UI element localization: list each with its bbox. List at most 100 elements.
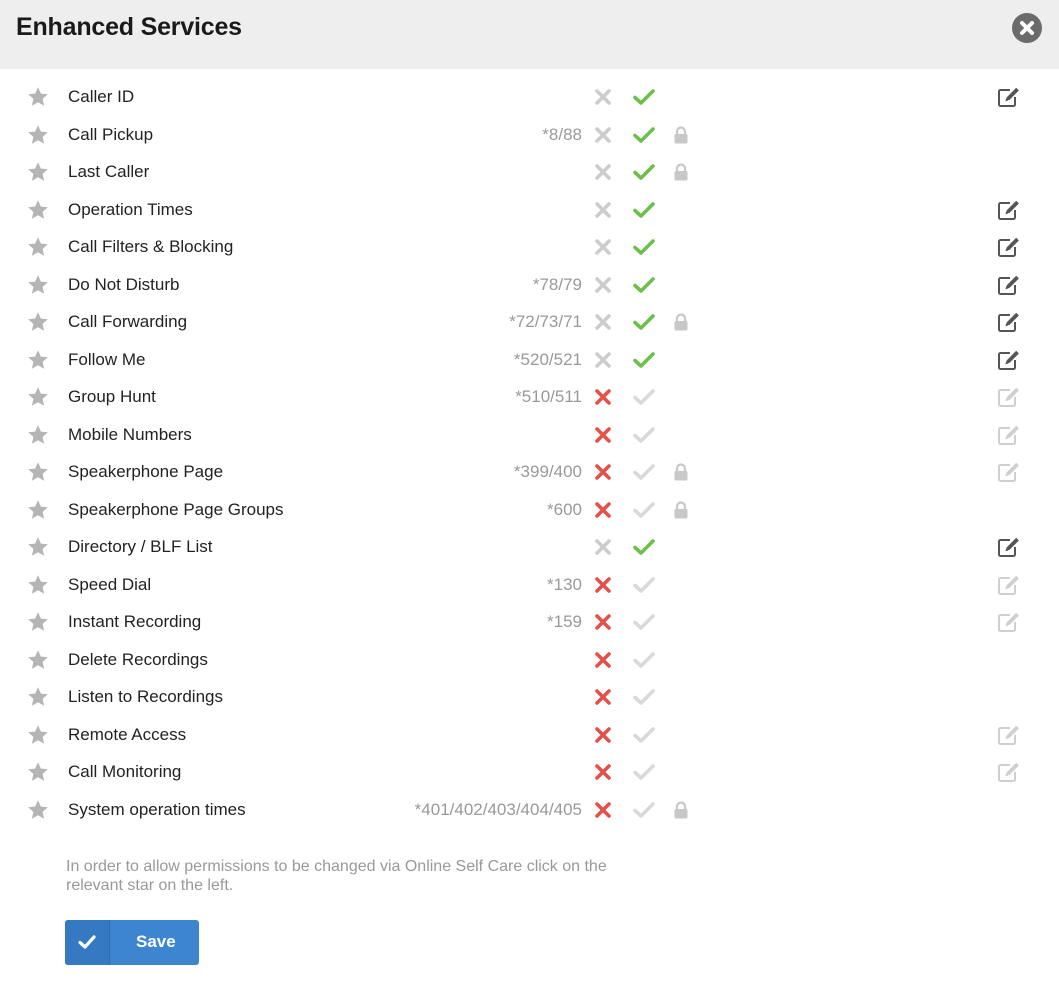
service-label: Mobile Numbers [68, 424, 192, 444]
allow-check-icon[interactable] [633, 163, 655, 181]
service-label: Directory / BLF List [68, 537, 213, 556]
service-label: Listen to Recordings [68, 687, 223, 706]
allow-check-icon[interactable] [633, 126, 655, 144]
deny-x-icon[interactable] [594, 163, 612, 181]
deny-x-icon[interactable] [594, 763, 612, 781]
deny-x-icon[interactable] [594, 426, 612, 444]
edit-icon[interactable] [997, 274, 1021, 296]
star-icon[interactable] [27, 574, 49, 596]
service-label: Operation Times [68, 199, 193, 219]
lock-icon [672, 163, 690, 181]
deny-x-icon[interactable] [594, 801, 612, 819]
service-code: *510/511 [515, 387, 582, 406]
allow-check-icon[interactable] [633, 688, 655, 706]
service-row: Call Filters & Blocking [0, 229, 1059, 266]
service-row: Directory / BLF List [0, 529, 1059, 566]
star-icon[interactable] [27, 86, 49, 108]
allow-check-icon[interactable] [633, 651, 655, 669]
deny-x-icon[interactable] [594, 538, 612, 556]
deny-x-icon[interactable] [594, 126, 612, 144]
allow-check-icon[interactable] [633, 463, 655, 481]
service-label: Speed Dial [68, 574, 152, 594]
service-label: Speakerphone Page Groups [68, 499, 284, 519]
deny-x-icon[interactable] [594, 276, 612, 294]
edit-icon [997, 461, 1021, 483]
service-row: Speakerphone Page *399/400 [0, 454, 1059, 491]
star-icon[interactable] [27, 349, 49, 371]
lock-icon [672, 500, 690, 519]
deny-x-icon[interactable] [594, 388, 612, 406]
service-code: *159 [547, 612, 582, 631]
star-icon[interactable] [27, 161, 49, 183]
edit-icon[interactable] [997, 349, 1021, 371]
edit-icon [997, 574, 1021, 596]
allow-check-icon[interactable] [633, 88, 655, 106]
deny-x-icon[interactable] [594, 351, 612, 369]
deny-x-icon[interactable] [594, 651, 612, 669]
star-icon[interactable] [27, 761, 49, 783]
deny-x-icon[interactable] [594, 463, 612, 481]
allow-check-icon[interactable] [633, 238, 655, 256]
edit-icon[interactable] [997, 536, 1021, 558]
edit-icon[interactable] [997, 236, 1021, 258]
allow-check-icon[interactable] [633, 726, 655, 744]
star-icon[interactable] [27, 386, 49, 408]
star-icon[interactable] [27, 536, 49, 558]
star-icon[interactable] [27, 124, 49, 146]
star-icon[interactable] [27, 686, 49, 708]
allow-check-icon[interactable] [633, 426, 655, 444]
star-icon[interactable] [27, 461, 49, 483]
deny-x-icon[interactable] [594, 501, 612, 519]
service-code: *72/73/71 [509, 312, 582, 331]
deny-x-icon[interactable] [594, 688, 612, 706]
star-icon[interactable] [27, 724, 49, 746]
dialog-header: Enhanced Services [0, 0, 1059, 69]
edit-icon[interactable] [997, 311, 1021, 333]
allow-check-icon[interactable] [633, 351, 655, 369]
edit-icon[interactable] [997, 86, 1021, 108]
allow-check-icon[interactable] [633, 388, 655, 406]
lock-icon [672, 125, 690, 144]
save-button[interactable]: Save [65, 920, 199, 965]
allow-check-icon[interactable] [633, 613, 655, 631]
edit-icon[interactable] [997, 199, 1021, 221]
allow-check-icon[interactable] [633, 276, 655, 294]
service-row: Caller ID [0, 79, 1059, 116]
star-icon[interactable] [27, 424, 49, 446]
allow-check-icon[interactable] [633, 313, 655, 331]
star-icon[interactable] [27, 799, 49, 821]
star-icon[interactable] [27, 649, 49, 671]
star-icon[interactable] [27, 611, 49, 633]
deny-x-icon[interactable] [594, 613, 612, 631]
star-icon[interactable] [27, 274, 49, 296]
service-label: Call Forwarding [68, 312, 188, 331]
deny-x-icon[interactable] [594, 726, 612, 744]
allow-check-icon[interactable] [633, 538, 655, 556]
deny-x-icon[interactable] [594, 88, 612, 106]
lock-icon [672, 463, 690, 481]
allow-check-icon[interactable] [633, 576, 655, 594]
deny-x-icon[interactable] [594, 201, 612, 219]
deny-x-icon[interactable] [594, 313, 612, 331]
star-icon[interactable] [27, 236, 49, 258]
star-icon[interactable] [27, 499, 49, 521]
service-row: Operation Times [0, 192, 1059, 229]
service-label: Last Caller [68, 162, 150, 181]
service-code: *130 [547, 574, 582, 594]
star-icon[interactable] [27, 311, 49, 333]
allow-check-icon[interactable] [633, 763, 655, 781]
deny-x-icon[interactable] [594, 238, 612, 256]
allow-check-icon[interactable] [633, 201, 655, 219]
service-row: Last Caller [0, 154, 1059, 191]
service-label: Caller ID [68, 87, 135, 106]
service-row: Speakerphone Page Groups *600 [0, 492, 1059, 529]
allow-check-icon[interactable] [633, 501, 655, 519]
star-icon[interactable] [27, 199, 49, 221]
lock-icon [672, 313, 690, 331]
service-row: Call Pickup *8/88 [0, 117, 1059, 154]
deny-x-icon[interactable] [594, 576, 612, 594]
service-row: Follow Me *520/521 [0, 342, 1059, 379]
edit-icon [997, 386, 1021, 408]
allow-check-icon[interactable] [633, 801, 655, 819]
close-button[interactable] [1012, 13, 1042, 43]
